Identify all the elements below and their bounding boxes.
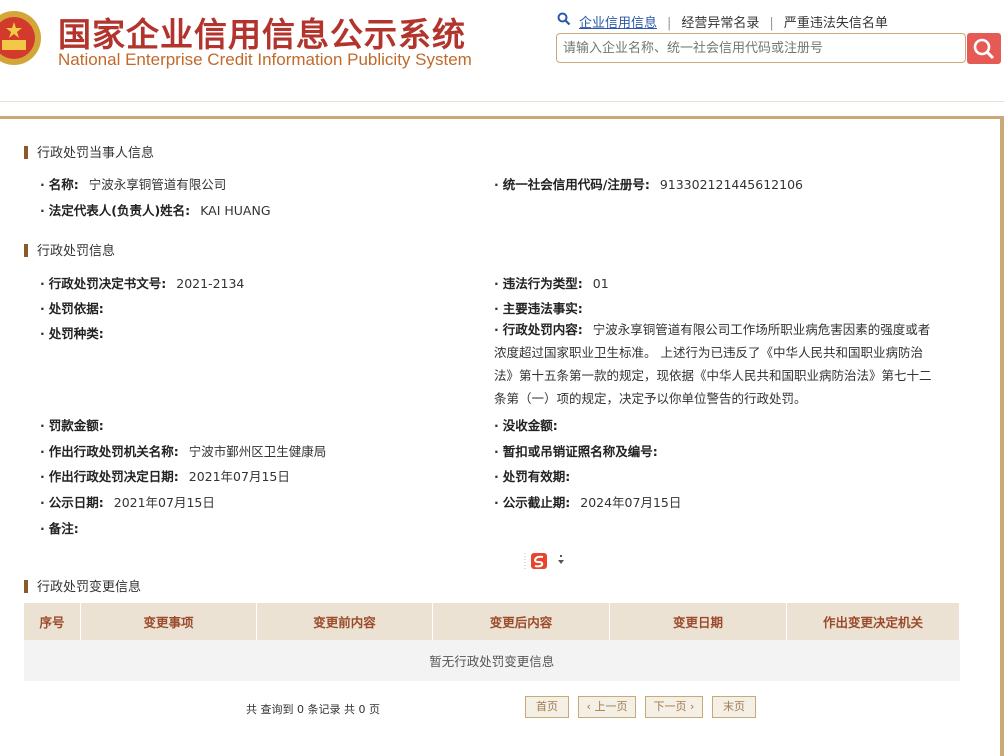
site-title-cn: 国家企业信用信息公示系统 [58,15,466,54]
pager-prev-button[interactable]: ‹ 上一页 [578,696,636,718]
field-name: · 名称: 宁波永享铜管道有限公司 [40,177,227,192]
sogou-input-icon[interactable] [524,551,568,571]
nav-abnormal-list[interactable]: 经营异常名录 [681,12,759,31]
frame-right-edge [1000,116,1004,756]
pager-last-button[interactable]: 末页 [712,696,756,718]
search-icon [973,38,995,60]
field-value: KAI HUANG [200,203,271,218]
field-value: 2024年07月15日 [580,495,682,510]
section-title-text: 行政处罚当事人信息 [37,146,155,161]
field-label: 暂扣或吊销证照名称及编号: [502,444,658,459]
field-label: 法定代表人(负责人)姓名: [48,203,191,218]
table-row: 暂无行政处罚变更信息 [24,640,960,681]
pager-prev-label: 上一页 [594,700,628,713]
field-label: 处罚依据: [48,301,104,316]
changes-table: 序号 变更事项 变更前内容 变更后内容 变更日期 作出变更决定机关 暂无行政处罚… [24,603,960,681]
field-confiscation: · 没收金额: [494,418,558,433]
section-title-party: 行政处罚当事人信息 [24,142,154,161]
field-publish-date: · 公示日期: 2021年07月15日 [40,495,215,510]
field-value: 宁波永享铜管道有限公司 [88,177,227,192]
field-label: 主要违法事实: [502,301,583,316]
field-kind: · 处罚种类: [40,326,104,341]
field-label: 处罚种类: [48,326,104,341]
field-label: 作出行政处罚机关名称: [48,444,179,459]
search-input[interactable] [556,33,966,63]
field-validity: · 处罚有效期: [494,469,571,484]
pager-next-button[interactable]: 下一页 › [645,696,703,718]
table-header-row: 序号 变更事项 变更前内容 变更后内容 变更日期 作出变更决定机关 [24,603,960,640]
field-label: 处罚有效期: [502,469,571,484]
section-marker [24,244,28,257]
field-label: 备注: [48,521,79,536]
field-value: 913302121445612106 [659,177,803,192]
field-label: 行政处罚决定书文号: [48,276,167,291]
empty-message: 暂无行政处罚变更信息 [24,640,960,681]
column-header: 作出变更决定机关 [786,603,960,640]
field-label: 名称: [48,177,79,192]
field-value: 2021年07月15日 [113,495,215,510]
field-publish-end: · 公示截止期: 2024年07月15日 [494,495,682,510]
section-title-text: 行政处罚信息 [37,244,116,259]
search-button[interactable] [967,33,1001,64]
field-fine: · 罚款金额: [40,418,104,433]
field-facts: · 主要违法事实: [494,301,583,316]
pager-first-button[interactable]: 首页 [525,696,569,718]
field-label: 没收金额: [502,418,558,433]
field-legal-rep: · 法定代表人(负责人)姓名: KAI HUANG [40,203,271,218]
field-license: · 暂扣或吊销证照名称及编号: [494,444,658,459]
section-title-text: 行政处罚变更信息 [37,580,142,595]
nav-separator: | [667,16,672,31]
field-label: 统一社会信用代码/注册号: [502,177,650,192]
column-header: 变更后内容 [432,603,610,640]
column-header: 序号 [24,603,81,640]
field-authority: · 作出行政处罚机关名称: 宁波市鄞州区卫生健康局 [40,444,327,459]
chevron-right-icon: › [686,700,695,713]
nav-separator: | [769,16,774,31]
pager-first-label: 首页 [536,700,558,713]
top-nav: 企业信用信息 | 经营异常名录 | 严重违法失信名单 [557,12,888,31]
field-label: 违法行为类型: [502,276,583,291]
field-violation-type: · 违法行为类型: 01 [494,276,609,291]
section-title-changes: 行政处罚变更信息 [24,576,141,595]
section-marker [24,580,28,593]
field-value: 2021年07月15日 [188,469,290,484]
field-doc-no: · 行政处罚决定书文号: 2021-2134 [40,276,245,291]
national-emblem-icon [0,11,41,65]
field-decision-date: · 作出行政处罚决定日期: 2021年07月15日 [40,469,290,484]
field-value: 2021-2134 [176,276,245,291]
field-basis: · 处罚依据: [40,301,104,316]
section-marker [24,146,28,159]
site-title-en: National Enterprise Credit Information P… [58,50,472,69]
section-title-penalty: 行政处罚信息 [24,240,115,259]
column-header: 变更前内容 [256,603,433,640]
header-divider [0,101,1004,102]
column-header: 变更日期 [609,603,787,640]
field-content: · 行政处罚内容: 宁波永享铜管道有限公司工作场所职业病危害因素的强度或者浓度超过国… [494,322,932,406]
nav-enterprise-credit[interactable]: 企业信用信息 [579,12,657,31]
field-value: 01 [592,276,609,291]
field-credit-code: · 统一社会信用代码/注册号: 913302121445612106 [494,177,803,192]
column-header: 变更事项 [80,603,257,640]
field-label: 作出行政处罚决定日期: [48,469,179,484]
pager-info: 共 查询到 0 条记录 共 0 页 [246,703,380,716]
nav-blacklist[interactable]: 严重违法失信名单 [784,12,888,31]
pager-next-label: 下一页 [653,700,687,713]
field-label: 公示截止期: [502,495,571,510]
pager-last-label: 末页 [723,700,745,713]
field-label: 行政处罚内容: [502,322,583,337]
field-value: 宁波市鄞州区卫生健康局 [188,444,327,459]
field-remark: · 备注: [40,521,79,536]
field-label: 罚款金额: [48,418,104,433]
site-header: 国家企业信用信息公示系统 National Enterprise Credit … [0,0,1004,96]
field-label: 公示日期: [48,495,104,510]
